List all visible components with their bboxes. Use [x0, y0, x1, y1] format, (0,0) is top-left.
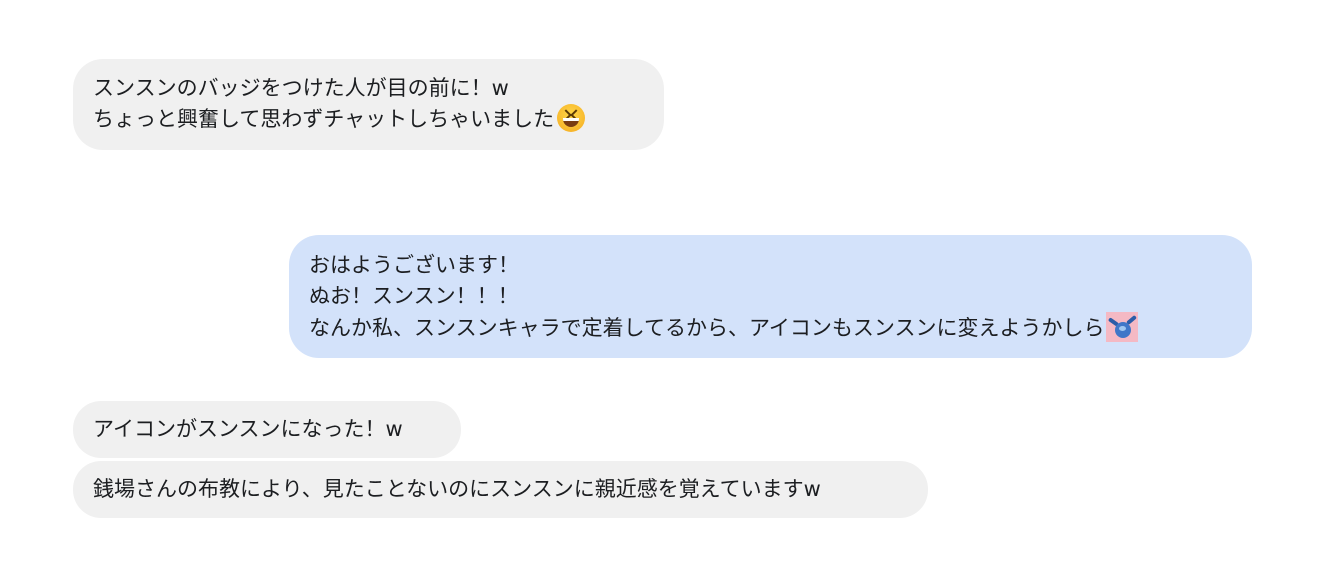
message-text: なんか私、スンスンキャラで定着してるから、アイコンもスンスンに変えようかしら [309, 316, 1105, 340]
sunsun-sticker-icon [1106, 312, 1139, 342]
grinning-squinting-face-emoji-icon [557, 104, 586, 132]
incoming-message-bubble[interactable]: スンスンのバッジをつけた人が目の前に！w ちょっと興奮して思わずチャットしちゃい… [73, 59, 664, 150]
outgoing-message-bubble[interactable]: おはようございます！ ぬお！スンスン！！！ なんか私、スンスンキャラで定着してる… [289, 235, 1252, 358]
message-text-line: ちょっと興奮して思わずチャットしちゃいました [93, 104, 644, 135]
message-text-line: 銭場さんの布教により、見たことないのにスンスンに親近感を覚えていますw [93, 477, 821, 501]
incoming-message-bubble[interactable]: アイコンがスンスンになった！w [73, 401, 461, 458]
message-text-line: アイコンがスンスンになった！w [93, 417, 403, 441]
message-text-line: スンスンのバッジをつけた人が目の前に！w [93, 76, 509, 100]
message-text-line: おはようございます！ [309, 253, 519, 277]
message-text: ちょっと興奮して思わずチャットしちゃいました [93, 107, 555, 131]
incoming-message-bubble[interactable]: 銭場さんの布教により、見たことないのにスンスンに親近感を覚えていますw [73, 461, 928, 518]
message-text-line: ぬお！スンスン！！！ [309, 284, 519, 308]
message-text-line: なんか私、スンスンキャラで定着してるから、アイコンもスンスンに変えようかしら [309, 312, 1232, 343]
